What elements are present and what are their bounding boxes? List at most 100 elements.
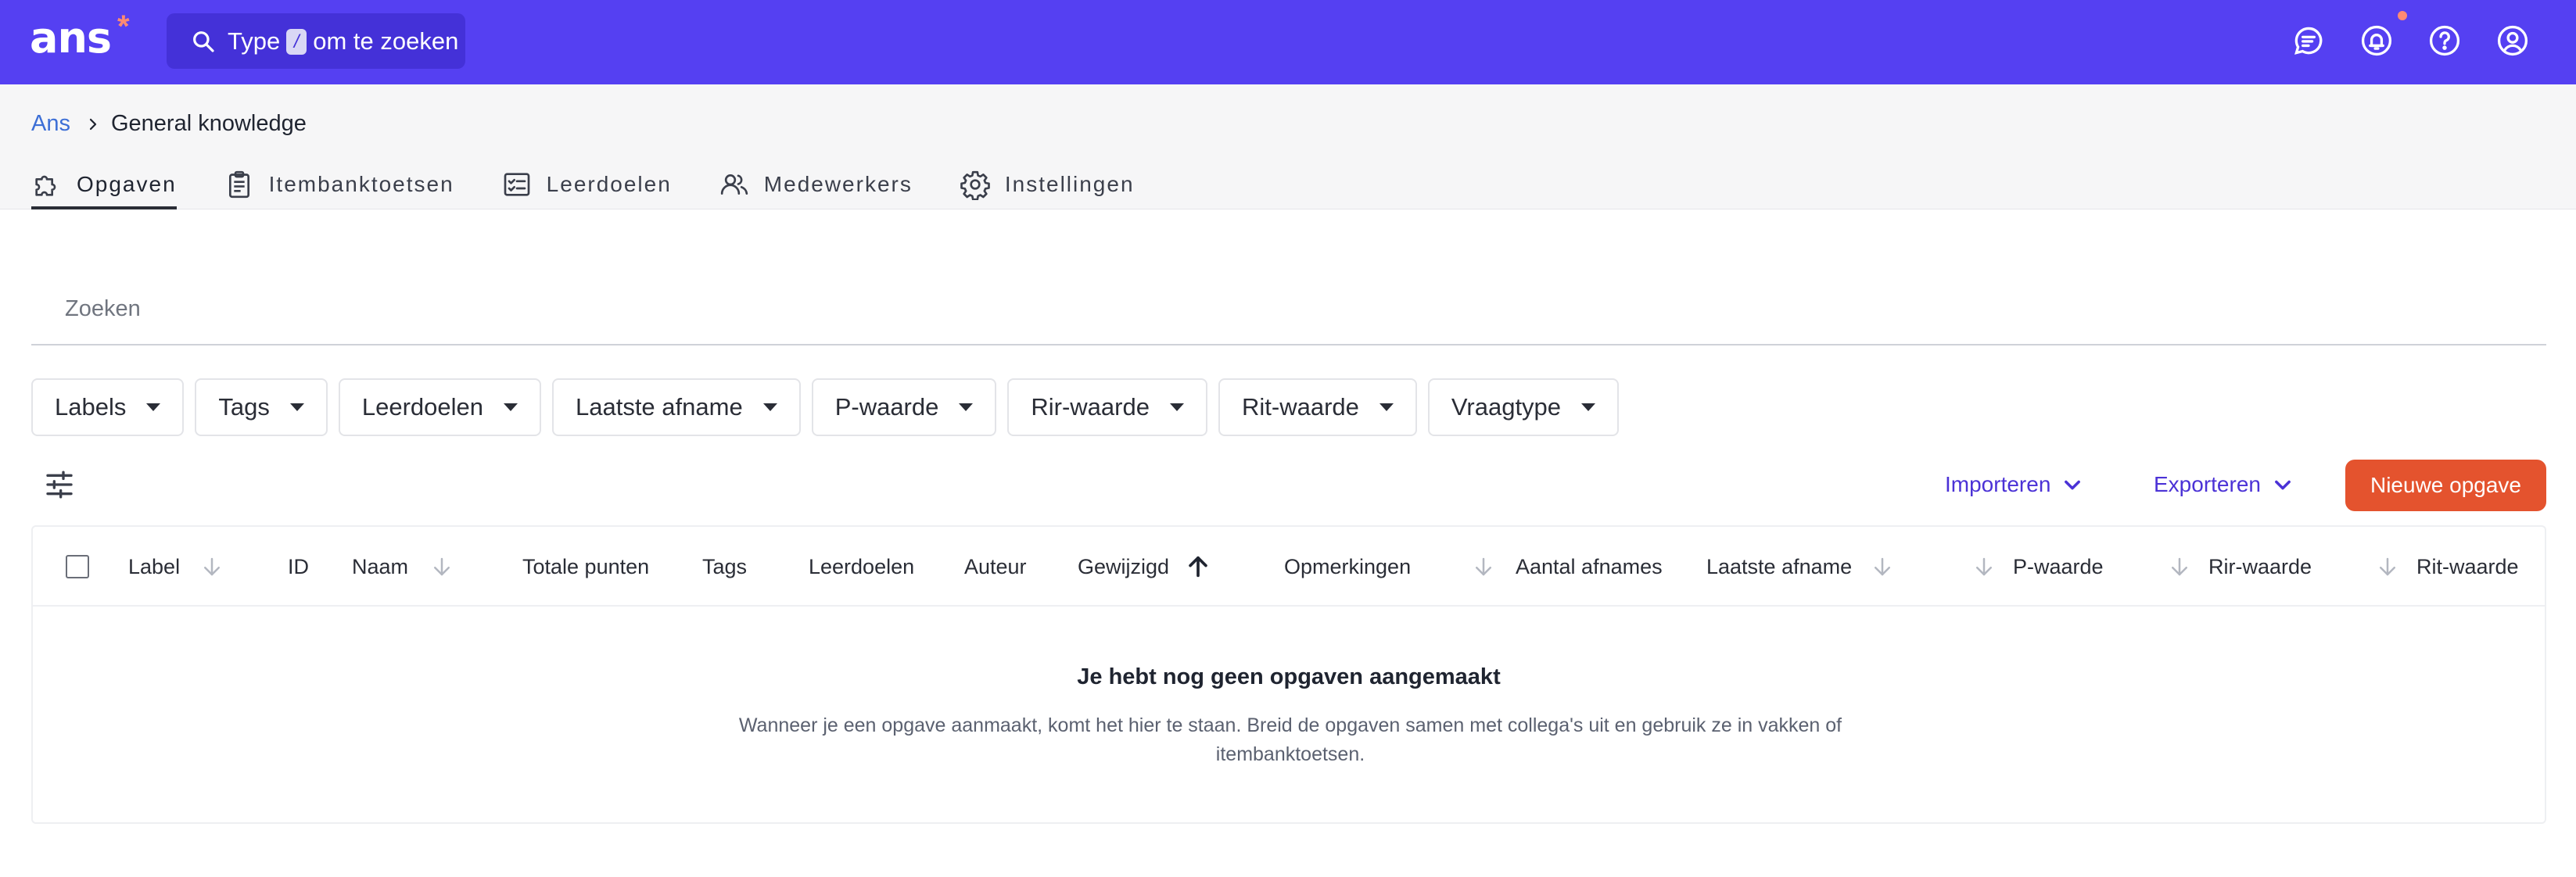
shortcut-key: / bbox=[286, 28, 307, 55]
column-title: Aantal afnames bbox=[1516, 554, 1663, 578]
arrow-down-icon bbox=[1875, 557, 1891, 576]
questions-table: Label ID Naam Totale punten Tags Leerdoe… bbox=[31, 525, 2546, 824]
column-header-totale-punten[interactable]: Totale punten bbox=[522, 527, 649, 607]
column-header-rit-waarde[interactable]: Rit-waarde bbox=[2376, 527, 2519, 607]
filter-label: Labels bbox=[55, 393, 127, 421]
export-button[interactable]: Exporteren bbox=[2154, 466, 2294, 503]
column-title: Totale punten bbox=[522, 554, 650, 578]
filter-tags[interactable]: Tags bbox=[195, 378, 328, 436]
tab-instellingen[interactable]: Instellingen bbox=[960, 159, 1135, 209]
gear-icon bbox=[960, 170, 990, 200]
global-search-hint: Type / om te zoeken bbox=[228, 28, 458, 55]
column-title: Tags bbox=[702, 554, 748, 578]
filter-label: Rit-waarde bbox=[1241, 393, 1359, 421]
column-header-auteur[interactable]: Auteur bbox=[964, 527, 1027, 607]
filter-label: Rir-waarde bbox=[1031, 393, 1150, 421]
column-header-leerdoelen[interactable]: Leerdoelen bbox=[809, 527, 914, 607]
clipboard-icon bbox=[228, 170, 249, 199]
search-hint-prefix: Type bbox=[228, 27, 281, 55]
column-title: Auteur bbox=[964, 554, 1027, 578]
caret-down-icon bbox=[146, 403, 161, 411]
column-title: Rit-waarde bbox=[2416, 554, 2519, 578]
arrow-down-icon bbox=[204, 557, 221, 576]
filter-laatste-afname[interactable]: Laatste afname bbox=[551, 378, 801, 436]
filter-label: Leerdoelen bbox=[361, 393, 483, 421]
filter-label: Vraagtype bbox=[1451, 393, 1562, 421]
column-title: Gewijzigd bbox=[1078, 554, 1170, 578]
column-header-label[interactable]: Label bbox=[128, 527, 224, 607]
search-input[interactable] bbox=[31, 274, 2546, 345]
ans-logo[interactable]: ans bbox=[30, 11, 112, 66]
filter-leerdoelen[interactable]: Leerdoelen bbox=[338, 378, 541, 436]
tab-opgaven[interactable]: Opgaven bbox=[31, 159, 177, 209]
column-header-naam[interactable]: Naam bbox=[352, 527, 454, 607]
caret-down-icon bbox=[289, 403, 304, 411]
filter-label: Tags bbox=[218, 393, 270, 421]
column-settings-icon[interactable] bbox=[44, 469, 75, 500]
select-all-checkbox[interactable] bbox=[66, 555, 89, 578]
arrow-down-icon bbox=[1976, 557, 1992, 576]
filter-label: Laatste afname bbox=[575, 393, 743, 421]
new-question-button[interactable]: Nieuwe opgave bbox=[2345, 460, 2546, 511]
column-header-id[interactable]: ID bbox=[288, 527, 309, 607]
column-title: Opmerkingen bbox=[1284, 554, 1412, 578]
tab-label: Itembanktoetsen bbox=[268, 172, 454, 196]
filter-bar: Labels Tags Leerdoelen Laatste afname P-… bbox=[31, 378, 1620, 436]
global-search-button[interactable]: Type / om te zoeken bbox=[167, 13, 465, 69]
tab-medewerkers[interactable]: Medewerkers bbox=[719, 159, 913, 209]
import-label: Importeren bbox=[1945, 472, 2051, 496]
chat-icon[interactable] bbox=[2291, 23, 2326, 58]
filter-vraagtype[interactable]: Vraagtype bbox=[1427, 378, 1620, 436]
caret-down-icon bbox=[959, 403, 974, 411]
column-header-opmerkingen[interactable]: Opmerkingen bbox=[1284, 527, 1411, 607]
filter-p-waarde[interactable]: P-waarde bbox=[811, 378, 997, 436]
caret-down-icon bbox=[1169, 403, 1184, 411]
filter-labels[interactable]: Labels bbox=[31, 378, 185, 436]
breadcrumb-root-link[interactable]: Ans bbox=[31, 111, 70, 137]
column-header-aantal-afnames[interactable]: Aantal afnames bbox=[1472, 527, 1663, 607]
export-label: Exporteren bbox=[2154, 472, 2261, 496]
page-title: General knowledge bbox=[110, 111, 307, 136]
search-icon bbox=[193, 31, 214, 52]
checklist-icon bbox=[504, 173, 530, 196]
column-header-p-waarde[interactable]: P-waarde bbox=[1972, 527, 2104, 607]
notification-dot bbox=[2398, 11, 2407, 20]
tab-leerdoelen[interactable]: Leerdoelen bbox=[501, 159, 672, 209]
bell-icon[interactable] bbox=[2359, 23, 2394, 58]
tab-itembanktoetsen[interactable]: Itembanktoetsen bbox=[224, 159, 454, 209]
empty-state-title: Je hebt nog geen opgaven aangemaakt bbox=[1077, 664, 1501, 689]
users-icon bbox=[720, 174, 748, 195]
empty-state-description: Wanneer je een opgave aanmaakt, komt het… bbox=[738, 714, 1842, 765]
column-header-laatste-afname[interactable]: Laatste afname bbox=[1706, 527, 1894, 607]
column-header-tags[interactable]: Tags bbox=[702, 527, 747, 607]
logo-star: * bbox=[117, 9, 130, 44]
help-icon[interactable] bbox=[2427, 23, 2462, 58]
caret-down-icon bbox=[762, 403, 777, 411]
import-button[interactable]: Importeren bbox=[1945, 466, 2083, 503]
tab-label: Opgaven bbox=[77, 172, 177, 196]
arrow-down-icon bbox=[2380, 557, 2395, 576]
column-title: P-waarde bbox=[2013, 554, 2104, 578]
filter-rir-waarde[interactable]: Rir-waarde bbox=[1007, 378, 1207, 436]
caret-down-icon bbox=[1379, 403, 1394, 411]
column-title: Laatste afname bbox=[1706, 554, 1853, 578]
tab-bar: Opgaven Itembanktoetsen Leerdoelen Medew… bbox=[31, 159, 1182, 209]
column-title: ID bbox=[288, 554, 309, 578]
chevron-down-icon bbox=[2065, 480, 2081, 490]
puzzle-icon bbox=[35, 175, 56, 196]
search-hint-suffix: om te zoeken bbox=[313, 27, 459, 55]
arrow-down-icon bbox=[1476, 557, 1491, 576]
tab-label: Instellingen bbox=[1004, 172, 1135, 196]
tab-label: Leerdoelen bbox=[546, 172, 672, 196]
table-header: Label ID Naam Totale punten Tags Leerdoe… bbox=[33, 527, 2545, 607]
filter-rit-waarde[interactable]: Rit-waarde bbox=[1218, 378, 1417, 436]
chevron-down-icon bbox=[2275, 480, 2291, 490]
page-header: Ans General knowledge Opgaven Itembankto… bbox=[0, 84, 2576, 209]
column-header-gewijzigd[interactable]: Gewijzigd bbox=[1078, 527, 1211, 607]
arrow-down-icon bbox=[434, 557, 450, 576]
arrow-down-icon bbox=[2172, 557, 2187, 576]
arrow-up-icon bbox=[1189, 556, 1207, 578]
column-header-rir-waarde[interactable]: Rir-waarde bbox=[2168, 527, 2312, 607]
tab-label: Medewerkers bbox=[763, 172, 913, 196]
user-icon[interactable] bbox=[2495, 23, 2530, 58]
